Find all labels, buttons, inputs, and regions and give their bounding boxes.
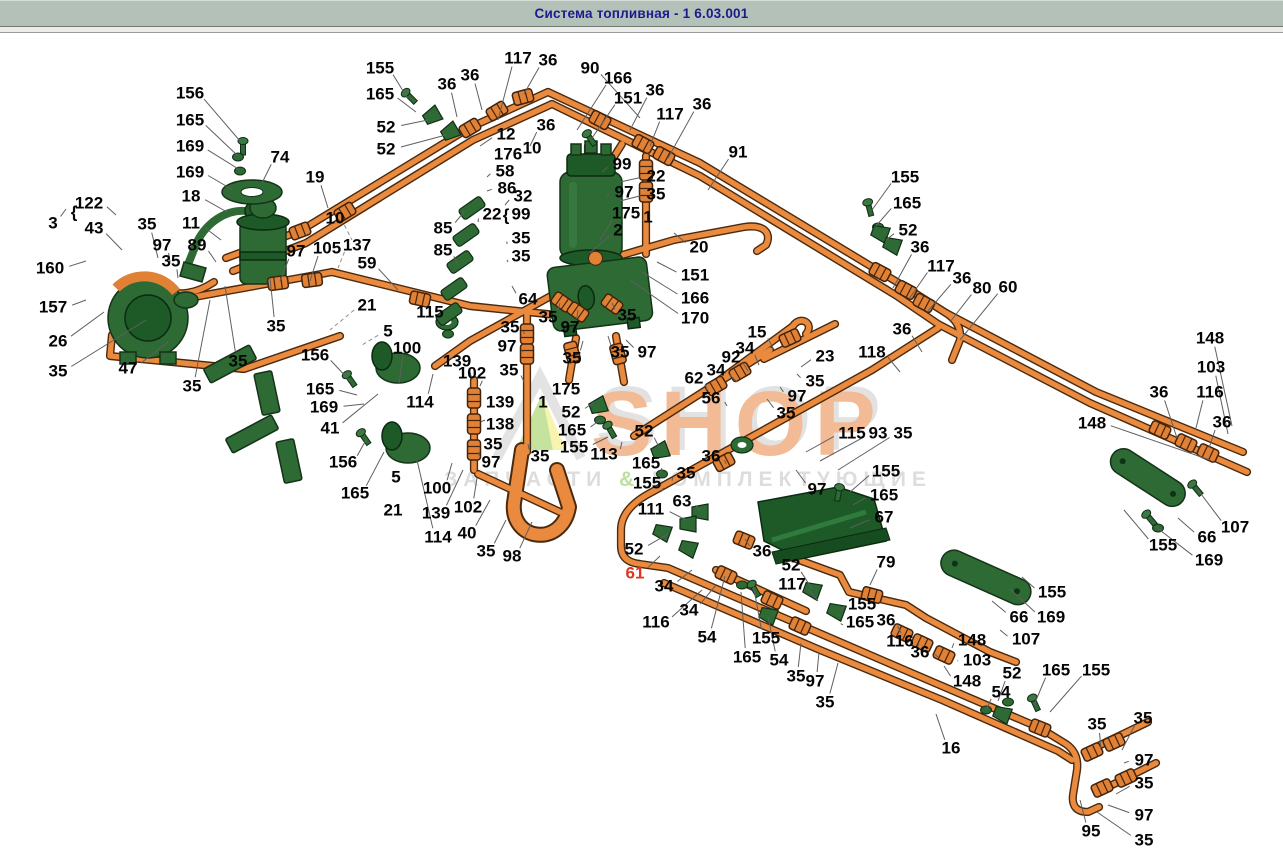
fuel-system-diagram: SHOP SHOP ЗАПЧАСТИ & КОМПЛЕКТУЮЩИЕ [0, 0, 1283, 865]
heat-shield [758, 487, 890, 564]
title-bar: Система топливная - 1 6.03.001 [0, 0, 1283, 27]
strap-66-right [1106, 444, 1191, 512]
parts-catalog-window: SHOP SHOP ЗАПЧАСТИ & КОМПЛЕКТУЮЩИЕ [0, 0, 1283, 865]
strap-66 [937, 546, 1035, 609]
page-title: Система топливная - 1 6.03.001 [535, 6, 749, 21]
valve-housing [372, 342, 430, 463]
flange-74 [222, 180, 282, 204]
fuel-filter [560, 141, 622, 266]
title-bar-divider [0, 27, 1283, 33]
